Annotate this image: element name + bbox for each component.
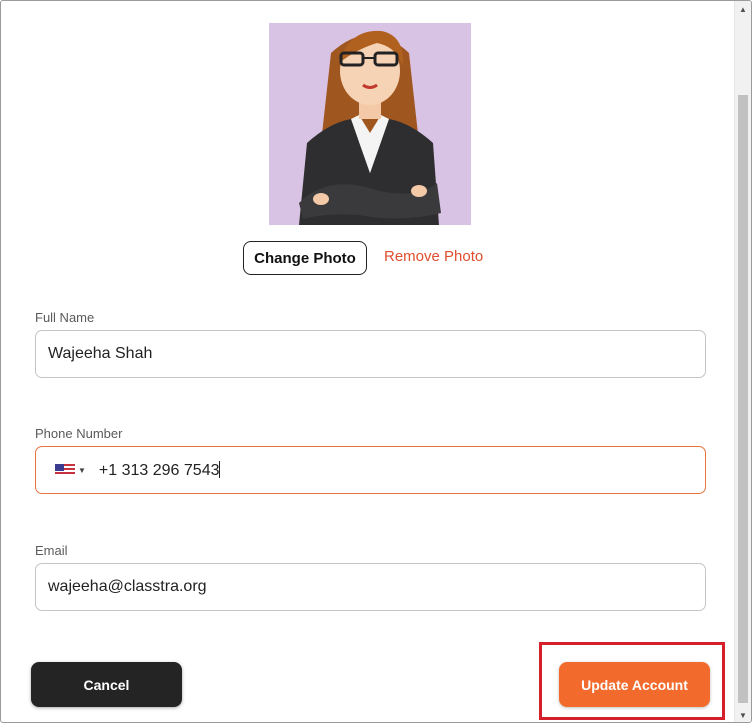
remove-photo-link[interactable]: Remove Photo	[384, 248, 483, 265]
full-name-label: Full Name	[35, 310, 95, 325]
email-value: wajeeha@classtra.org	[48, 578, 207, 595]
phone-number-field[interactable]: ▼ +1 313 296 7543	[35, 446, 706, 494]
phone-number-value: +1 313 296 7543	[98, 460, 221, 479]
phone-number-label: Phone Number	[35, 426, 123, 441]
profile-avatar	[269, 23, 471, 225]
scroll-up-icon[interactable]: ▲	[735, 1, 751, 18]
account-dialog: Change Photo Remove Photo Full Name Waje…	[0, 0, 752, 723]
us-flag-icon	[55, 464, 75, 476]
change-photo-button[interactable]: Change Photo	[243, 241, 367, 275]
cancel-button[interactable]: Cancel	[31, 662, 182, 707]
text-cursor	[219, 460, 221, 478]
email-label: Email	[35, 543, 68, 558]
vertical-scrollbar[interactable]: ▲ ▼	[734, 1, 751, 722]
full-name-field[interactable]: Wajeeha Shah	[35, 330, 706, 378]
country-code-select[interactable]: ▼	[55, 464, 86, 476]
scroll-down-icon[interactable]: ▼	[735, 707, 751, 722]
update-account-button[interactable]: Update Account	[559, 662, 710, 707]
full-name-value: Wajeeha Shah	[48, 345, 153, 362]
scroll-thumb[interactable]	[738, 95, 748, 703]
profile-avatar-illustration	[299, 30, 441, 225]
chevron-down-icon: ▼	[78, 465, 86, 475]
email-field[interactable]: wajeeha@classtra.org	[35, 563, 706, 611]
